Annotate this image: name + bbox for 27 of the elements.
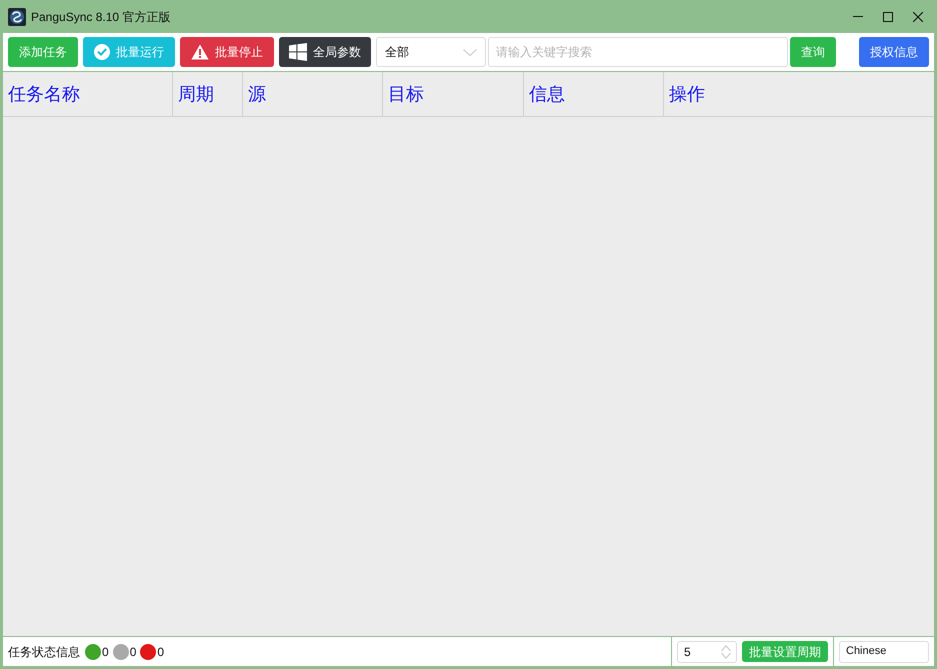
search-field[interactable]: 请输入关键字搜索 (488, 37, 788, 67)
status-count: 0 (157, 644, 164, 660)
period-spinbox[interactable]: 5 (677, 640, 737, 662)
windows-icon (289, 43, 307, 61)
settings-button[interactable]: 全局参数 (279, 37, 371, 67)
minimize-icon (853, 16, 863, 17)
column-header[interactable]: 任务名称 (3, 72, 173, 116)
column-header[interactable]: 目标 (383, 72, 524, 116)
spin-arrows-icon (721, 644, 731, 658)
app-logo-icon (8, 8, 26, 26)
chevron-down-icon (463, 48, 477, 56)
status-label: 任务状态信息 (8, 644, 80, 660)
warning-icon (191, 44, 209, 60)
stop-button[interactable]: 批量停止 (180, 37, 274, 67)
check-circle-icon (94, 44, 110, 60)
license-info-button[interactable]: 授权信息 (859, 37, 929, 67)
window-title: PanguSync 8.10 官方正版 (31, 8, 170, 26)
maximize-icon (883, 12, 893, 22)
status-count: 0 (102, 644, 109, 660)
status-count: 0 (130, 644, 136, 660)
column-header[interactable]: 操作 (664, 72, 934, 116)
column-header[interactable]: 周期 (173, 72, 243, 116)
column-header[interactable]: 信息 (524, 72, 664, 116)
filter-dropdown[interactable]: 全部 (376, 37, 486, 67)
column-header[interactable]: 源 (243, 72, 383, 116)
language-dropdown[interactable]: Chinese (839, 640, 929, 662)
close-icon (913, 12, 923, 22)
